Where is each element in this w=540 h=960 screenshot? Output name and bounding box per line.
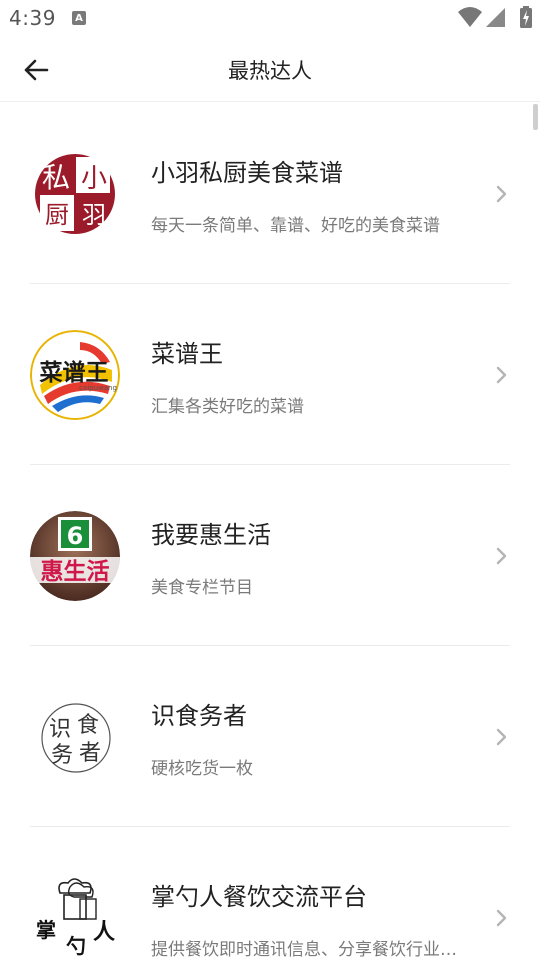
list-item[interactable]: 私 小 厨 羽 小羽私厨美食菜谱 每天一条简单、靠谱、好吃的美食菜谱 bbox=[0, 103, 540, 284]
svg-text:菜谱王: 菜谱王 bbox=[39, 359, 109, 386]
item-name: 掌勺人餐饮交流平台 bbox=[151, 883, 367, 911]
avatar-huishenghuo-logo: 6 惠生活 bbox=[30, 511, 120, 601]
page-title: 最热达人 bbox=[228, 59, 312, 83]
list-item[interactable]: 6 惠生活 我要惠生活 美食专栏节目 bbox=[0, 465, 540, 646]
chevron-right-icon bbox=[496, 547, 507, 565]
svg-text:6: 6 bbox=[67, 522, 84, 550]
status-bar: 4:39 A bbox=[0, 0, 540, 36]
avatar-shishiwuzhe-logo: 识 食 务 者 bbox=[30, 692, 120, 782]
chevron-right-icon bbox=[496, 185, 507, 203]
item-description: 提供餐饮即时通讯信息、分享餐饮行业资讯 bbox=[151, 940, 471, 960]
svg-text:人: 人 bbox=[93, 919, 115, 945]
expert-list: 私 小 厨 羽 小羽私厨美食菜谱 每天一条简单、靠谱、好吃的美食菜谱 菜谱王 c… bbox=[0, 103, 540, 960]
item-description: 硬核吃货一枚 bbox=[151, 759, 253, 779]
svg-text:caipuwang: caipuwang bbox=[79, 384, 117, 392]
a-notification-icon: A bbox=[72, 11, 86, 25]
list-item[interactable]: 菜谱王 caipuwang 菜谱王 汇集各类好吃的菜谱 bbox=[0, 284, 540, 465]
avatar-caipuwang-logo: 菜谱王 caipuwang bbox=[30, 330, 120, 420]
avatar-zhangshaoren-logo: 掌 勺 人 bbox=[30, 873, 120, 960]
item-name: 小羽私厨美食菜谱 bbox=[151, 159, 343, 187]
item-name: 菜谱王 bbox=[151, 340, 223, 368]
list-item[interactable]: 识 食 务 者 识食务者 硬核吃货一枚 bbox=[0, 646, 540, 827]
chevron-right-icon bbox=[496, 728, 507, 746]
item-description: 汇集各类好吃的菜谱 bbox=[151, 397, 304, 417]
svg-text:私: 私 bbox=[42, 161, 70, 194]
svg-text:掌: 掌 bbox=[36, 918, 56, 942]
item-description: 每天一条简单、靠谱、好吃的美食菜谱 bbox=[151, 216, 440, 236]
svg-text:勺: 勺 bbox=[66, 934, 86, 958]
chevron-right-icon bbox=[496, 366, 507, 384]
svg-text:食: 食 bbox=[77, 713, 99, 738]
svg-text:识: 识 bbox=[49, 717, 71, 742]
svg-text:务: 务 bbox=[51, 743, 73, 768]
item-name: 我要惠生活 bbox=[151, 521, 271, 549]
app-bar: 最热达人 bbox=[0, 36, 540, 102]
svg-text:厨: 厨 bbox=[45, 201, 69, 229]
list-item[interactable]: 掌 勺 人 掌勺人餐饮交流平台 提供餐饮即时通讯信息、分享餐饮行业资讯 bbox=[0, 827, 540, 960]
svg-text:羽: 羽 bbox=[82, 201, 106, 229]
avatar-xiaoyu-logo: 私 小 厨 羽 bbox=[30, 149, 120, 239]
chevron-right-icon bbox=[496, 909, 507, 927]
signal-icon bbox=[486, 8, 505, 27]
svg-text:小: 小 bbox=[81, 164, 107, 194]
battery-charging-icon bbox=[520, 6, 532, 28]
wifi-icon bbox=[458, 7, 482, 27]
svg-text:者: 者 bbox=[79, 741, 101, 766]
item-name: 识食务者 bbox=[151, 702, 247, 730]
svg-text:惠生活: 惠生活 bbox=[41, 559, 110, 585]
item-description: 美食专栏节目 bbox=[151, 578, 253, 598]
status-time: 4:39 bbox=[9, 6, 56, 30]
